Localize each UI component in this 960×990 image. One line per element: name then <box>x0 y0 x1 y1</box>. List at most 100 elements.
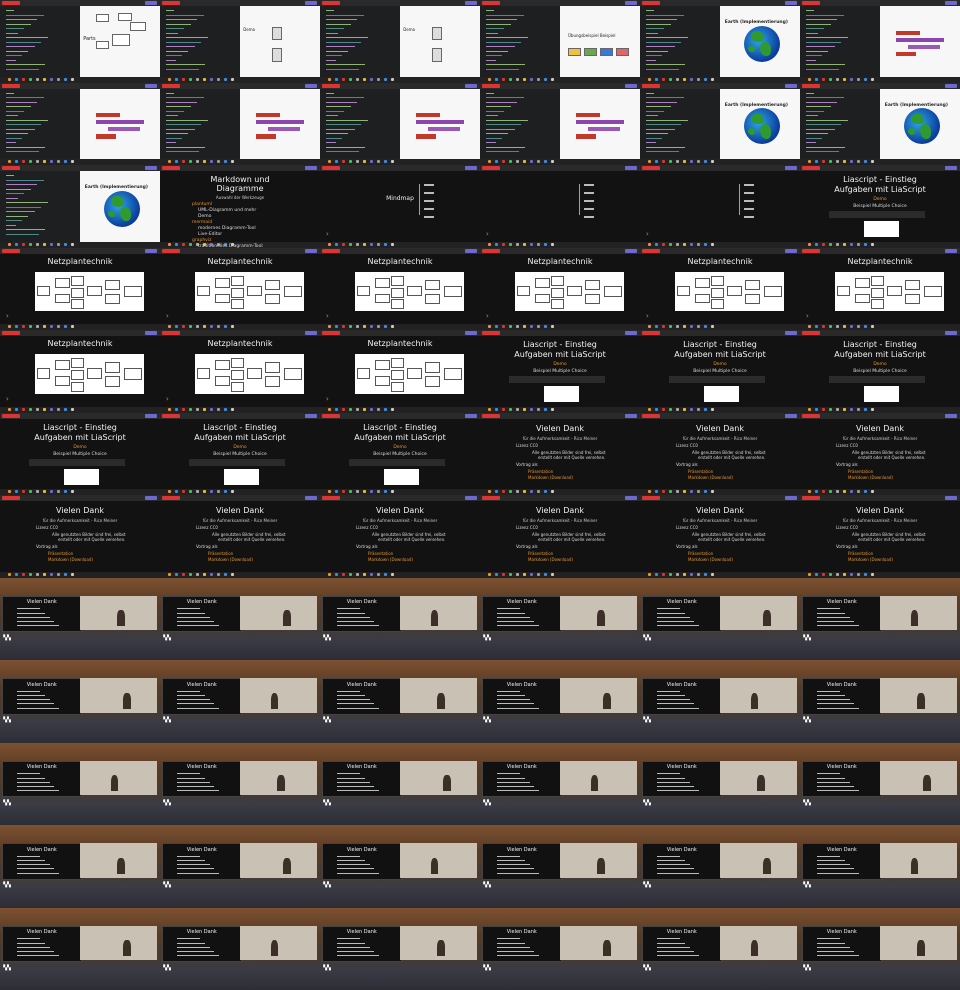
taskbar-app-icon[interactable] <box>384 572 387 576</box>
taskbar-app-icon[interactable] <box>669 490 672 493</box>
taskbar-app-icon[interactable] <box>231 160 234 163</box>
taskbar-app-icon[interactable] <box>356 242 359 246</box>
taskbar-app-icon[interactable] <box>231 572 234 576</box>
share-button[interactable] <box>305 496 317 500</box>
taskbar-app-icon[interactable] <box>335 160 338 163</box>
taskbar-app-icon[interactable] <box>829 160 832 163</box>
taskbar-app-icon[interactable] <box>36 325 39 328</box>
taskbar-app-icon[interactable] <box>697 490 700 493</box>
multiple-choice-quiz[interactable] <box>64 468 100 485</box>
taskbar-app-icon[interactable] <box>370 572 373 576</box>
share-button[interactable] <box>945 83 957 88</box>
taskbar-app-icon[interactable] <box>655 242 658 246</box>
taskbar-app-icon[interactable] <box>544 572 547 576</box>
taskbar-app-icon[interactable] <box>328 325 331 328</box>
taskbar-app-icon[interactable] <box>676 490 679 493</box>
taskbar-app-icon[interactable] <box>168 325 171 328</box>
taskbar-app-icon[interactable] <box>662 242 665 246</box>
taskbar-app-icon[interactable] <box>488 77 491 81</box>
taskbar-app-icon[interactable] <box>210 490 213 493</box>
multiple-choice-quiz[interactable] <box>544 386 580 402</box>
taskbar-app-icon[interactable] <box>29 572 32 576</box>
taskbar-app-icon[interactable] <box>850 490 853 493</box>
taskbar-app-icon[interactable] <box>697 572 700 576</box>
taskbar-app-icon[interactable] <box>815 160 818 163</box>
taskbar-app-icon[interactable] <box>864 407 867 411</box>
taskbar-app-icon[interactable] <box>50 572 53 576</box>
taskbar-app-icon[interactable] <box>64 160 67 163</box>
taskbar-app-icon[interactable] <box>502 572 505 576</box>
taskbar-app-icon[interactable] <box>224 572 227 576</box>
taskbar-app-icon[interactable] <box>64 242 67 246</box>
taskbar-app-icon[interactable] <box>683 325 686 328</box>
taskbar-app-icon[interactable] <box>815 242 818 246</box>
thumbnail-cell[interactable]: Vielen Dank ▚▚ <box>480 577 640 660</box>
taskbar-app-icon[interactable] <box>864 242 867 246</box>
share-button[interactable] <box>305 1 317 5</box>
taskbar-app-icon[interactable] <box>8 77 11 81</box>
taskbar-app-icon[interactable] <box>871 160 874 163</box>
taskbar-app-icon[interactable] <box>523 490 526 493</box>
taskbar-app-icon[interactable] <box>836 160 839 163</box>
thumbnail-cell[interactable] <box>160 82 320 165</box>
taskbar-app-icon[interactable] <box>168 572 171 576</box>
taskbar-app-icon[interactable] <box>8 572 11 576</box>
taskbar-app-icon[interactable] <box>537 160 540 163</box>
taskbar-app-icon[interactable] <box>182 572 185 576</box>
thumbnail-cell[interactable]: Liascript - Einstieg Aufgaben mit LiaScri… <box>800 165 960 248</box>
taskbar-app-icon[interactable] <box>711 325 714 328</box>
thumbnail-cell[interactable]: Vielen Dank ▚▚ <box>160 577 320 660</box>
taskbar-app-icon[interactable] <box>370 160 373 163</box>
taskbar-app-icon[interactable] <box>822 160 825 163</box>
taskbar-app-icon[interactable] <box>8 242 11 246</box>
thumbnail-cell[interactable] <box>800 0 960 83</box>
taskbar-app-icon[interactable] <box>669 77 672 81</box>
share-button[interactable] <box>145 248 157 253</box>
taskbar-app-icon[interactable] <box>391 490 394 493</box>
taskbar-app-icon[interactable] <box>391 242 394 246</box>
taskbar-app-icon[interactable] <box>196 325 199 328</box>
taskbar-app-icon[interactable] <box>516 160 519 163</box>
taskbar-app-icon[interactable] <box>551 572 554 576</box>
taskbar-app-icon[interactable] <box>551 77 554 81</box>
taskbar-app-icon[interactable] <box>822 407 825 411</box>
taskbar-app-icon[interactable] <box>182 407 185 411</box>
taskbar-app-icon[interactable] <box>342 242 345 246</box>
taskbar-app-icon[interactable] <box>377 572 380 576</box>
taskbar-app-icon[interactable] <box>175 77 178 81</box>
taskbar-app-icon[interactable] <box>349 77 352 81</box>
taskbar-app-icon[interactable] <box>335 572 338 576</box>
taskbar-app-icon[interactable] <box>815 77 818 81</box>
taskbar-app-icon[interactable] <box>544 160 547 163</box>
taskbar-app-icon[interactable] <box>516 407 519 411</box>
taskbar-app-icon[interactable] <box>683 242 686 246</box>
taskbar-app-icon[interactable] <box>8 490 11 493</box>
taskbar-app-icon[interactable] <box>189 160 192 163</box>
taskbar-app-icon[interactable] <box>335 490 338 493</box>
thumbnail-cell[interactable]: Übungsbeispiel Beispiel <box>480 0 640 83</box>
taskbar-app-icon[interactable] <box>843 490 846 493</box>
share-button[interactable] <box>145 496 157 500</box>
taskbar-app-icon[interactable] <box>704 572 707 576</box>
taskbar-app-icon[interactable] <box>690 242 693 246</box>
taskbar-app-icon[interactable] <box>384 160 387 163</box>
taskbar-app-icon[interactable] <box>189 407 192 411</box>
share-button[interactable] <box>785 496 797 500</box>
taskbar-app-icon[interactable] <box>356 407 359 411</box>
taskbar-app-icon[interactable] <box>822 572 825 576</box>
taskbar-app-icon[interactable] <box>43 242 46 246</box>
taskbar-app-icon[interactable] <box>22 490 25 493</box>
thumbnail-cell[interactable] <box>0 82 160 165</box>
taskbar-app-icon[interactable] <box>57 77 60 81</box>
taskbar-app-icon[interactable] <box>50 490 53 493</box>
taskbar-app-icon[interactable] <box>22 77 25 81</box>
taskbar-app-icon[interactable] <box>509 572 512 576</box>
code-editor-pane[interactable] <box>800 88 880 159</box>
taskbar-app-icon[interactable] <box>384 242 387 246</box>
share-button[interactable] <box>945 413 957 418</box>
taskbar-app-icon[interactable] <box>655 77 658 81</box>
taskbar-app-icon[interactable] <box>15 160 18 163</box>
taskbar-app-icon[interactable] <box>502 490 505 493</box>
thumbnail-cell[interactable]: Netzplantechnik › <box>160 330 320 413</box>
taskbar-app-icon[interactable] <box>203 407 206 411</box>
